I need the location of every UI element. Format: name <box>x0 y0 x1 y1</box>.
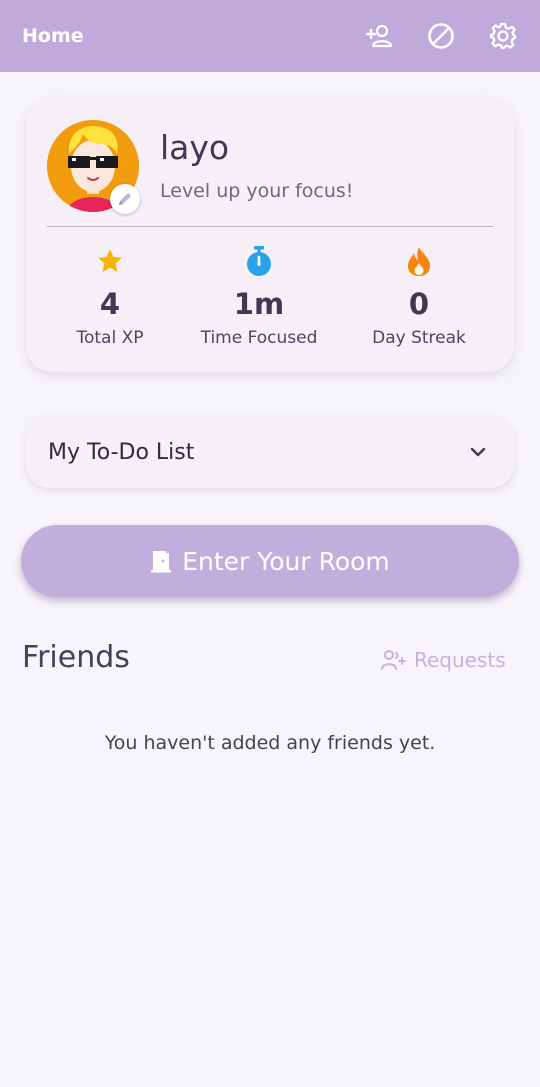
username: layo <box>160 128 230 167</box>
profile-card: layo Level up your focus! 4 Total XP 1m … <box>26 98 514 372</box>
door-icon <box>151 551 172 573</box>
stat-value: 4 <box>99 287 121 321</box>
stat-label: Total XP <box>76 328 144 348</box>
pencil-icon <box>119 193 131 205</box>
stat-value: 1m <box>233 287 285 321</box>
todo-list-dropdown[interactable]: My To-Do List <box>26 416 514 488</box>
stat-label: Time Focused <box>200 328 318 348</box>
divider <box>47 226 493 227</box>
friends-heading: Friends <box>22 640 130 675</box>
settings-button[interactable] <box>488 21 518 51</box>
enter-room-label: Enter Your Room <box>182 546 390 576</box>
stopwatch-icon <box>247 246 271 276</box>
settings-icon <box>489 22 517 50</box>
app-bar: Home <box>0 0 540 72</box>
chevron-down-icon <box>470 447 486 457</box>
profile-tagline: Level up your focus! <box>160 180 354 202</box>
edit-avatar-button[interactable] <box>110 184 140 214</box>
friend-requests-label: Requests <box>414 648 506 672</box>
app-bar-actions <box>332 21 518 51</box>
enter-room-button[interactable]: Enter Your Room <box>21 525 519 597</box>
stat-label: Day Streak <box>372 328 466 348</box>
block-icon <box>428 23 454 49</box>
friends-empty-message: You haven't added any friends yet. <box>104 732 436 754</box>
todo-list-label: My To-Do List <box>48 439 195 465</box>
flame-icon <box>408 247 430 276</box>
stat-total-xp: 4 Total XP <box>35 244 185 348</box>
stat-day-streak: 0 Day Streak <box>344 244 494 348</box>
stat-value: 0 <box>408 287 430 321</box>
app-bar-title: Home <box>22 25 84 47</box>
add-friend-icon <box>365 24 393 48</box>
star-icon <box>98 249 122 272</box>
friend-requests-icon <box>381 650 406 670</box>
stat-time-focused: 1m Time Focused <box>184 244 334 348</box>
friend-requests-button[interactable]: Requests <box>380 648 506 672</box>
add-friend-button[interactable] <box>364 21 394 51</box>
block-button[interactable] <box>426 21 456 51</box>
